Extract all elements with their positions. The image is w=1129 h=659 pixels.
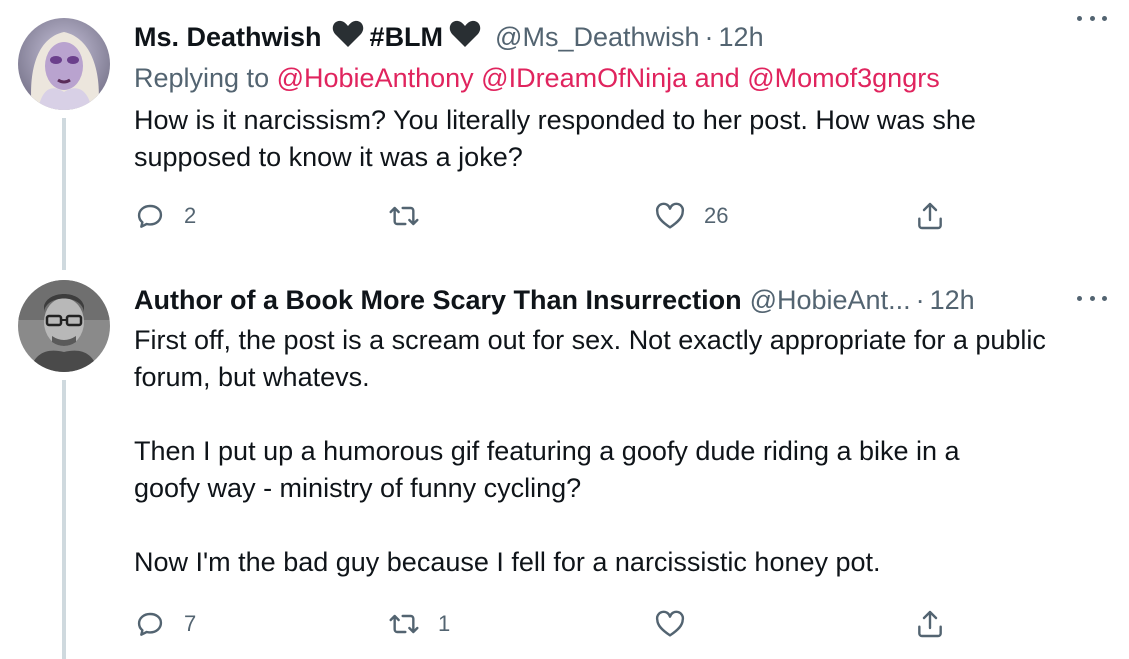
tweet-text: First off, the post is a scream out for … [134, 325, 1046, 577]
tweet-1[interactable]: Ms. Deathwish #BLM @Ms_Deathwish · 12h R… [0, 0, 1129, 270]
like-count: 26 [704, 203, 729, 228]
reply-count: 7 [184, 611, 197, 636]
like-icon [655, 610, 685, 637]
reply-button[interactable]: 7 [134, 604, 196, 644]
share-icon [918, 202, 942, 230]
retweet-icon [389, 614, 419, 634]
black-heart-icon [449, 20, 481, 55]
retweet-button[interactable]: 1 [388, 604, 450, 644]
like-icon [655, 202, 685, 229]
handle[interactable]: @HobieAnt... [750, 285, 911, 316]
tweet-actions: 7 1 [134, 604, 964, 644]
tweet-header: Ms. Deathwish #BLM @Ms_Deathwish · 12h [134, 18, 764, 56]
retweet-button[interactable] [388, 196, 438, 236]
retweet-count: 1 [438, 611, 451, 636]
mention-and[interactable]: and [695, 63, 740, 93]
replying-prefix: Replying to [134, 63, 270, 93]
timestamp[interactable]: 12h [930, 285, 975, 316]
tweet-text: How is it narcissism? You literally resp… [134, 105, 976, 172]
handle[interactable]: @Ms_Deathwish [495, 22, 699, 53]
badge-text: #BLM [369, 21, 444, 52]
display-name[interactable]: Ms. Deathwish [134, 22, 322, 53]
reply-count: 2 [184, 203, 197, 228]
avatar[interactable] [18, 18, 110, 110]
reply-button[interactable]: 2 [134, 196, 196, 236]
share-button[interactable] [914, 604, 946, 644]
tweet-header: Author of a Book More Scary Than Insurre… [134, 281, 975, 319]
tweet-2[interactable]: Author of a Book More Scary Than Insurre… [0, 270, 1129, 659]
mention-link[interactable]: @HobieAnthony [277, 63, 474, 93]
share-icon [918, 610, 942, 638]
thread-line [62, 118, 66, 270]
reply-icon [137, 204, 163, 228]
separator: · [704, 21, 714, 52]
share-button[interactable] [914, 196, 946, 236]
retweet-icon [389, 206, 419, 226]
avatar[interactable] [18, 280, 110, 372]
like-button[interactable] [654, 604, 704, 644]
separator: · [915, 284, 925, 315]
mention-link[interactable]: @Momof3gngrs [747, 63, 939, 93]
tweet-actions: 2 26 [134, 196, 964, 236]
reply-icon [137, 612, 163, 636]
mention-link[interactable]: @IDreamOfNinja [481, 63, 687, 93]
like-button[interactable]: 26 [654, 196, 728, 236]
more-icon[interactable] [1077, 290, 1107, 306]
more-icon[interactable] [1077, 10, 1107, 26]
display-name[interactable]: Author of a Book More Scary Than Insurre… [134, 285, 742, 316]
replying-to: Replying to @HobieAnthony @IDreamOfNinja… [134, 63, 940, 94]
black-heart-icon [332, 20, 364, 55]
timestamp[interactable]: 12h [719, 22, 764, 53]
thread-line [62, 380, 66, 659]
